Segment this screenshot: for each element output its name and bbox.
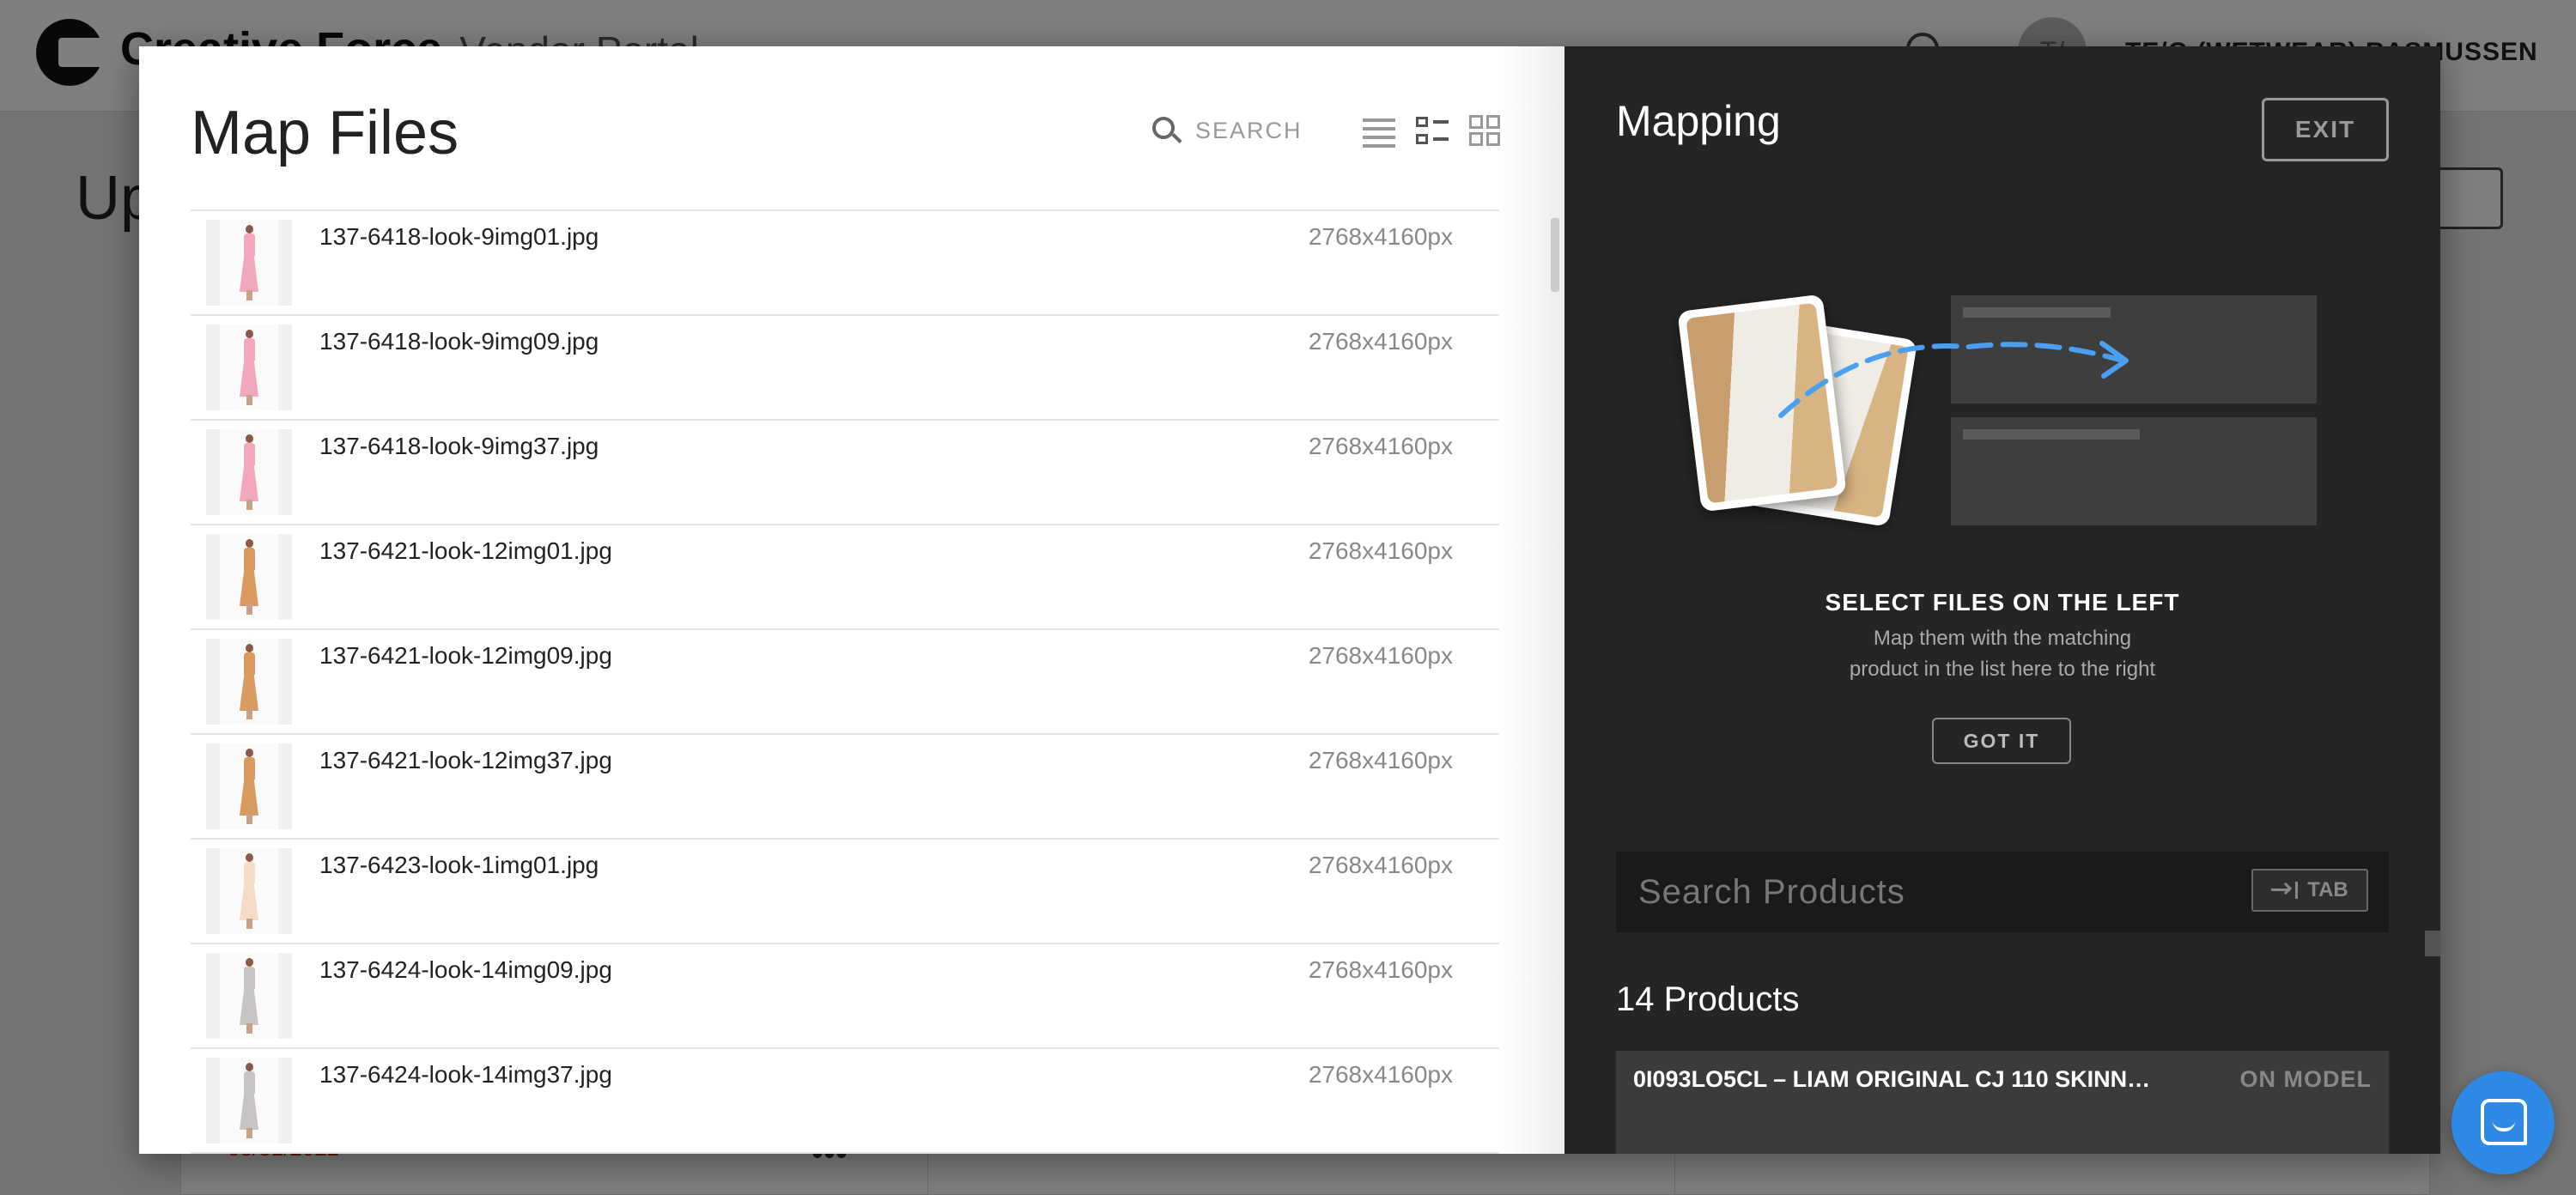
product-search-box: TAB — [1616, 852, 2389, 932]
model-photo-icon — [240, 539, 258, 615]
tab-label: TAB — [2307, 878, 2348, 901]
file-thumbnail — [206, 325, 292, 410]
instruction-heading: SELECT FILES ON THE LEFT — [1825, 589, 2180, 616]
file-list-scrollbar[interactable] — [1551, 218, 1559, 292]
file-thumbnail — [206, 743, 292, 829]
file-row[interactable]: 137-6421-look-12img01.jpg 2768x4160px — [191, 525, 1499, 630]
search-label: SEARCH — [1195, 117, 1303, 143]
product-count: 14 Products — [1616, 980, 1800, 1018]
file-dimensions: 2768x4160px — [1308, 747, 1453, 773]
product-list-scrollbar[interactable] — [2425, 931, 2440, 956]
tab-shortcut-button[interactable]: TAB — [2251, 869, 2368, 912]
map-files-modal: Map Files SEARCH 137-6418-look-9img01.jp… — [139, 46, 2440, 1154]
chat-icon — [2481, 1099, 2527, 1145]
pane-shadow — [1499, 46, 1564, 1154]
mapping-arrow-icon — [1778, 341, 2129, 418]
file-name: 137-6421-look-12img09.jpg — [319, 642, 612, 669]
model-photo-icon — [240, 853, 258, 929]
tab-key-icon — [2271, 882, 2299, 899]
got-it-button[interactable]: GOT IT — [1932, 718, 2071, 764]
model-photo-icon — [240, 958, 258, 1034]
model-photo-icon — [240, 1063, 258, 1138]
file-thumbnail — [206, 1058, 292, 1143]
product-tag: ON MODEL — [2239, 1066, 2372, 1092]
file-row[interactable]: 137-6418-look-9img01.jpg 2768x4160px — [191, 211, 1499, 316]
model-photo-icon — [240, 749, 258, 824]
file-name: 137-6424-look-14img09.jpg — [319, 956, 612, 983]
file-dimensions: 2768x4160px — [1308, 642, 1453, 669]
view-mode-toggle — [1363, 115, 1502, 148]
file-dimensions: 2768x4160px — [1308, 433, 1453, 459]
file-name: 137-6421-look-12img37.jpg — [319, 747, 612, 773]
model-photo-icon — [240, 225, 258, 300]
detail-view-icon[interactable] — [1416, 115, 1449, 148]
file-row[interactable]: 137-6418-look-9img09.jpg 2768x4160px — [191, 316, 1499, 421]
file-name: 137-6418-look-9img37.jpg — [319, 433, 599, 459]
file-thumbnail — [206, 429, 292, 515]
file-thumbnail — [206, 639, 292, 725]
file-dimensions: 2768x4160px — [1308, 1061, 1453, 1088]
file-row[interactable]: 137-6423-look-1img01.jpg 2768x4160px — [191, 840, 1499, 944]
file-thumbnail — [206, 534, 292, 620]
file-dimensions: 2768x4160px — [1308, 223, 1453, 250]
model-photo-icon — [240, 330, 258, 405]
product-name: 0I093LO5CL – LIAM ORIGINAL CJ 110 SKINN… — [1633, 1066, 2151, 1092]
mapping-pane: Mapping EXIT SELECT FILES ON THE LEFT Ma… — [1564, 46, 2440, 1154]
grid-view-icon[interactable] — [1469, 115, 1502, 148]
instruction-text: Map them with the matching product in th… — [1849, 627, 2156, 681]
map-files-pane: Map Files SEARCH 137-6418-look-9img01.jp… — [139, 46, 1564, 1154]
product-search-input[interactable] — [1637, 869, 2238, 915]
file-dimensions: 2768x4160px — [1308, 852, 1453, 878]
file-dimensions: 2768x4160px — [1308, 956, 1453, 983]
file-name: 137-6418-look-9img09.jpg — [319, 328, 599, 355]
modal-title: Map Files — [191, 99, 459, 167]
file-thumbnail — [206, 848, 292, 934]
file-dimensions: 2768x4160px — [1308, 537, 1453, 564]
file-name: 137-6418-look-9img01.jpg — [319, 223, 599, 250]
file-search[interactable]: SEARCH — [1151, 115, 1303, 146]
file-name: 137-6421-look-12img01.jpg — [319, 537, 612, 564]
search-icon — [1151, 115, 1182, 146]
chat-launcher-button[interactable] — [2451, 1071, 2555, 1174]
file-row[interactable]: 137-6421-look-12img37.jpg 2768x4160px — [191, 735, 1499, 840]
list-view-icon[interactable] — [1363, 115, 1395, 148]
file-row[interactable]: 137-6424-look-14img37.jpg 2768x4160px — [191, 1049, 1499, 1154]
file-row[interactable]: 137-6418-look-9img37.jpg 2768x4160px — [191, 421, 1499, 525]
file-dimensions: 2768x4160px — [1308, 328, 1453, 355]
file-thumbnail — [206, 220, 292, 306]
file-thumbnail — [206, 953, 292, 1039]
product-item[interactable]: 0I093LO5CL – LIAM ORIGINAL CJ 110 SKINN…… — [1616, 1051, 2389, 1154]
file-name: 137-6424-look-14img37.jpg — [319, 1061, 612, 1088]
mapping-illustration — [1564, 46, 2440, 647]
file-row[interactable]: 137-6421-look-12img09.jpg 2768x4160px — [191, 630, 1499, 735]
file-list: 137-6418-look-9img01.jpg 2768x4160px 137-6… — [191, 209, 1499, 1154]
file-name: 137-6423-look-1img01.jpg — [319, 852, 599, 878]
file-row[interactable]: 137-6424-look-14img09.jpg 2768x4160px — [191, 944, 1499, 1049]
model-photo-icon — [240, 644, 258, 719]
model-photo-icon — [240, 434, 258, 510]
